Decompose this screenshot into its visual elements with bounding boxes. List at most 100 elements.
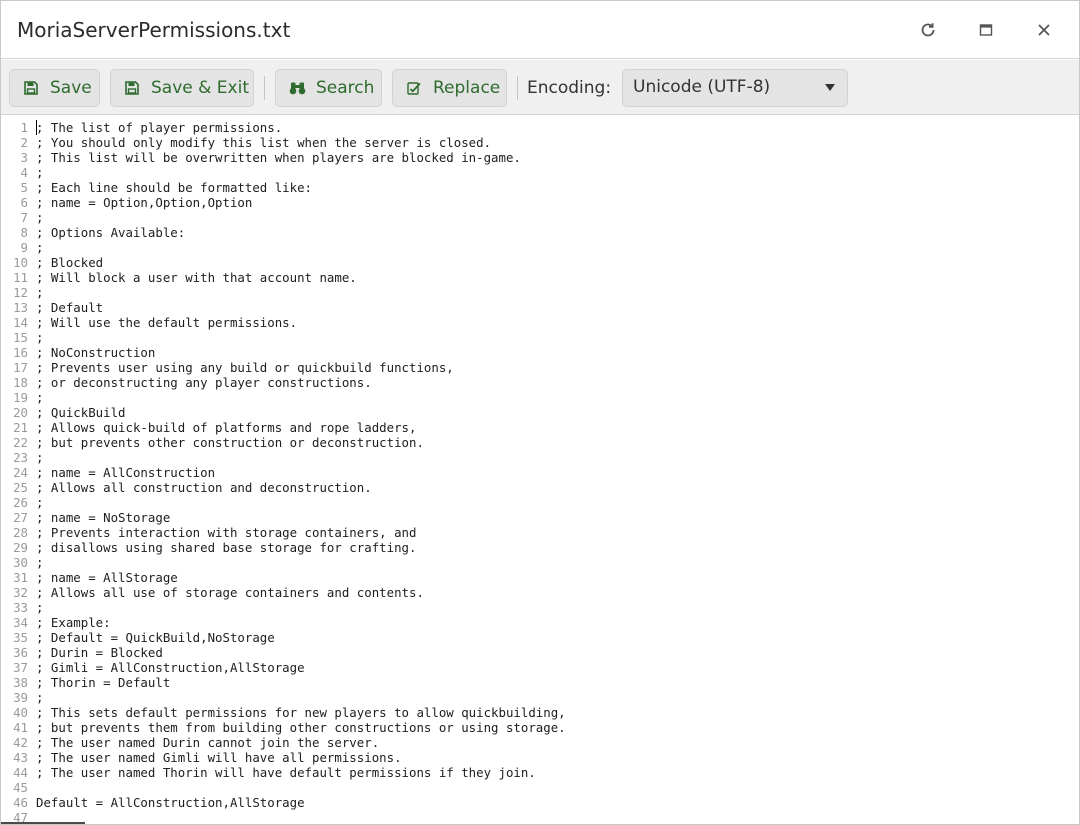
replace-button[interactable]: Replace: [392, 69, 507, 107]
text-line[interactable]: ; Thorin = Default: [36, 675, 1079, 690]
text-line[interactable]: ; or deconstructing any player construct…: [36, 375, 1079, 390]
line-number: 11: [13, 270, 28, 285]
text-line[interactable]: ;: [36, 450, 1079, 465]
line-number: 46: [13, 795, 28, 810]
text-line[interactable]: [36, 780, 1079, 795]
text-line[interactable]: ;: [36, 690, 1079, 705]
window-title: MoriaServerPermissions.txt: [17, 18, 291, 42]
text-line[interactable]: [36, 810, 1079, 824]
text-line[interactable]: ; Prevents user using any build or quick…: [36, 360, 1079, 375]
line-number: 8: [20, 225, 28, 240]
line-number: 7: [20, 210, 28, 225]
save-button[interactable]: Save: [9, 69, 100, 107]
encoding-label: Encoding:: [527, 78, 612, 98]
line-number: 9: [20, 240, 28, 255]
replace-icon: [405, 79, 423, 97]
text-line[interactable]: ; name = AllStorage: [36, 570, 1079, 585]
text-line[interactable]: ;: [36, 555, 1079, 570]
text-line[interactable]: ; Options Available:: [36, 225, 1079, 240]
text-line[interactable]: ; The user named Thorin will have defaul…: [36, 765, 1079, 780]
line-number: 27: [13, 510, 28, 525]
text-line[interactable]: ; Blocked: [36, 255, 1079, 270]
text-line[interactable]: ;: [36, 495, 1079, 510]
text-line[interactable]: ;: [36, 165, 1079, 180]
line-number: 43: [13, 750, 28, 765]
line-number: 22: [13, 435, 28, 450]
text-line[interactable]: ; Will block a user with that account na…: [36, 270, 1079, 285]
text-line[interactable]: ; Prevents interaction with storage cont…: [36, 525, 1079, 540]
text-line[interactable]: ; Gimli = AllConstruction,AllStorage: [36, 660, 1079, 675]
text-line[interactable]: ; Allows all construction and deconstruc…: [36, 480, 1079, 495]
text-line[interactable]: Default = AllConstruction,AllStorage: [36, 795, 1079, 810]
text-line[interactable]: ; Default: [36, 300, 1079, 315]
text-line[interactable]: ;: [36, 210, 1079, 225]
line-number: 32: [13, 585, 28, 600]
text-line[interactable]: ; The user named Gimli will have all per…: [36, 750, 1079, 765]
line-number: 16: [13, 345, 28, 360]
line-number: 1: [20, 120, 28, 135]
text-line[interactable]: ; but prevents other construction or dec…: [36, 435, 1079, 450]
line-number: 3: [20, 150, 28, 165]
text-line[interactable]: ; Durin = Blocked: [36, 645, 1079, 660]
line-number-gutter: 1 2 3 4 5 6 7 8 9 10 11 12 13 14 15 16 17 18 19 20 21 22 23 24 2…: [1, 120, 31, 824]
line-number: 37: [13, 660, 28, 675]
text-line[interactable]: ; Each line should be formatted like:: [36, 180, 1079, 195]
line-number: 33: [13, 600, 28, 615]
line-number: 42: [13, 735, 28, 750]
save-exit-button[interactable]: Save & Exit: [110, 69, 254, 107]
save-exit-button-label: Save & Exit: [151, 78, 249, 98]
line-number: 26: [13, 495, 28, 510]
line-number: 14: [13, 315, 28, 330]
search-button[interactable]: Search: [275, 69, 382, 107]
close-button[interactable]: [1029, 15, 1059, 45]
line-number: 35: [13, 630, 28, 645]
text-line[interactable]: ;: [36, 285, 1079, 300]
line-number: 45: [13, 780, 28, 795]
floppy-disk-icon: [123, 79, 141, 97]
text-line[interactable]: ; The list of player permissions.: [36, 120, 1079, 135]
text-line[interactable]: ;: [36, 240, 1079, 255]
text-line[interactable]: ; You should only modify this list when …: [36, 135, 1079, 150]
replace-button-label: Replace: [433, 78, 501, 98]
refresh-button[interactable]: [913, 15, 943, 45]
text-line[interactable]: ; The user named Durin cannot join the s…: [36, 735, 1079, 750]
text-line[interactable]: ; Will use the default permissions.: [36, 315, 1079, 330]
text-line[interactable]: ; Allows quick-build of platforms and ro…: [36, 420, 1079, 435]
maximize-icon: [979, 23, 993, 37]
line-number: 18: [13, 375, 28, 390]
text-line[interactable]: ; name = AllConstruction: [36, 465, 1079, 480]
line-number: 23: [13, 450, 28, 465]
text-line[interactable]: ; NoConstruction: [36, 345, 1079, 360]
text-line[interactable]: ;: [36, 330, 1079, 345]
line-number: 21: [13, 420, 28, 435]
encoding-value: Unicode (UTF-8): [633, 77, 771, 97]
line-number: 17: [13, 360, 28, 375]
line-number: 5: [20, 180, 28, 195]
toolbar-divider: [264, 76, 265, 100]
line-number: 19: [13, 390, 28, 405]
line-number: 4: [20, 165, 28, 180]
binoculars-icon: [288, 79, 306, 97]
text-line[interactable]: ; but prevents them from building other …: [36, 720, 1079, 735]
text-line[interactable]: ; This list will be overwritten when pla…: [36, 150, 1079, 165]
line-number: 38: [13, 675, 28, 690]
text-line[interactable]: ; disallows using shared base storage fo…: [36, 540, 1079, 555]
maximize-button[interactable]: [971, 15, 1001, 45]
text-content[interactable]: ; The list of player permissions.; You s…: [36, 120, 1079, 824]
text-line[interactable]: ; Default = QuickBuild,NoStorage: [36, 630, 1079, 645]
line-number: 44: [13, 765, 28, 780]
line-number: 34: [13, 615, 28, 630]
scrollbar-thumb[interactable]: [1, 822, 85, 824]
text-line[interactable]: ; QuickBuild: [36, 405, 1079, 420]
line-number: 13: [13, 300, 28, 315]
text-line[interactable]: ; name = Option,Option,Option: [36, 195, 1079, 210]
search-button-label: Search: [316, 78, 375, 98]
text-line[interactable]: ; Example:: [36, 615, 1079, 630]
encoding-select[interactable]: Unicode (UTF-8): [622, 69, 848, 107]
text-line[interactable]: ; name = NoStorage: [36, 510, 1079, 525]
text-line[interactable]: ; Allows all use of storage containers a…: [36, 585, 1079, 600]
text-line[interactable]: ; This sets default permissions for new …: [36, 705, 1079, 720]
text-line[interactable]: ;: [36, 390, 1079, 405]
text-line[interactable]: ;: [36, 600, 1079, 615]
text-editor[interactable]: 1 2 3 4 5 6 7 8 9 10 11 12 13 14 15 16 17 18 19 20 21 22 23 24 2…: [1, 116, 1079, 824]
